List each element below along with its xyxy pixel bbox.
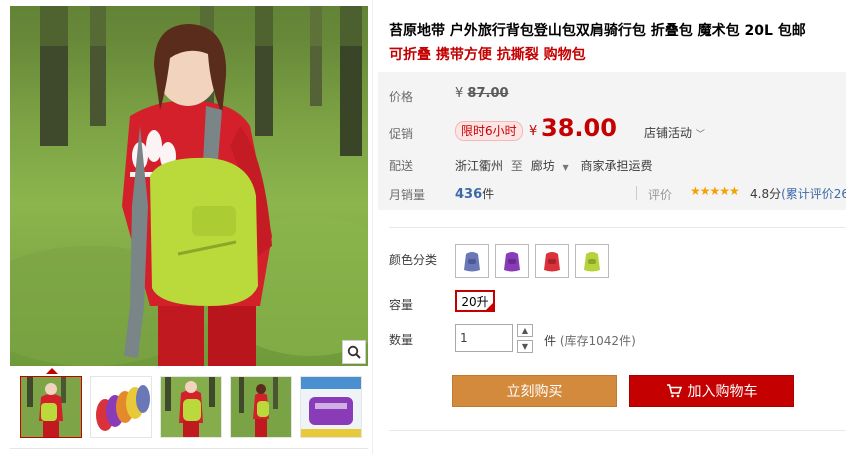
color-swatch-purple[interactable]: [495, 244, 529, 278]
rating-stars: ★★★★★: [690, 184, 740, 198]
original-price-currency: ¥: [455, 86, 464, 101]
quantity-decrease-button[interactable]: ▼: [517, 340, 533, 353]
shipping-from: 浙江衢州: [455, 159, 504, 173]
review-count-link[interactable]: (累计评价26: [781, 187, 846, 201]
shipping-destination: 廊坊: [530, 159, 555, 173]
thumbnail-3[interactable]: [160, 376, 222, 438]
caret-up-icon: ▲: [521, 326, 529, 335]
promo-badge: 限时6小时: [455, 121, 523, 141]
thumbnail-strip: [10, 368, 368, 440]
active-thumb-arrow: [46, 368, 58, 374]
sales-label: 月销量: [389, 188, 426, 202]
shop-activity-label: 店铺活动: [644, 126, 693, 140]
shipping-fee: 商家承担运费: [580, 159, 653, 173]
zoom-button[interactable]: [342, 340, 366, 364]
shop-activity-dropdown[interactable]: 店铺活动 ﹀: [644, 124, 705, 141]
thumbnail-2[interactable]: [90, 376, 152, 438]
backpack-icon: [464, 252, 480, 272]
shipping-destination-select[interactable]: 廊坊 ▼: [531, 159, 577, 173]
thumbnail-image: [301, 377, 361, 437]
thumbnail-image: [91, 377, 151, 437]
caret-down-icon: ▼: [562, 163, 569, 172]
main-product-photo[interactable]: [10, 6, 368, 366]
shipping-info: 浙江衢州 至 廊坊 ▼ 商家承担运费: [455, 157, 657, 174]
sales-separator: [636, 186, 637, 200]
caret-down-icon: ▼: [521, 342, 529, 351]
thumbnail-5[interactable]: [300, 376, 362, 438]
quantity-increase-button[interactable]: ▲: [517, 324, 533, 337]
capacity-option-selected[interactable]: 20升: [455, 290, 495, 312]
rating-summary: 4.8分(累计评价26: [750, 185, 846, 202]
main-photo-image: [10, 6, 368, 366]
promo-currency: ¥: [529, 124, 538, 139]
promo-price: 38.00: [541, 114, 617, 142]
add-to-cart-label: 加入购物车: [687, 384, 758, 400]
sales-count: 436: [455, 187, 483, 202]
original-price-value: 87.00: [467, 86, 509, 101]
monthly-sales: 436件: [455, 185, 494, 202]
chevron-down-icon: ﹀: [695, 130, 705, 140]
product-subtitle: 可折叠 携带方便 抗撕裂 购物包: [389, 47, 586, 63]
quantity-label: 数量: [389, 333, 414, 347]
buy-now-label: 立刻购买: [506, 384, 563, 400]
backpack-icon: [504, 252, 520, 272]
color-swatch-green[interactable]: [575, 244, 609, 278]
promo-label: 促销: [389, 127, 414, 141]
stock-count: (库存1042件): [559, 334, 636, 348]
add-to-cart-button[interactable]: 加入购物车: [629, 375, 794, 407]
color-swatch-red[interactable]: [535, 244, 569, 278]
capacity-label: 容量: [389, 298, 414, 312]
backpack-icon: [544, 252, 560, 272]
sales-unit: 件: [482, 187, 495, 201]
thumbnail-4[interactable]: [230, 376, 292, 438]
buy-now-button[interactable]: 立刻购买: [452, 375, 617, 407]
thumbnail-image: [21, 377, 81, 437]
cart-icon: [666, 384, 682, 398]
shipping-label: 配送: [389, 159, 414, 173]
backpack-icon: [584, 252, 600, 272]
price-label: 价格: [389, 90, 414, 104]
thumbnail-image: [161, 377, 221, 437]
options-divider-top: [389, 227, 846, 228]
quantity-unit: 件: [544, 334, 557, 348]
rating-score: 4.8分: [750, 187, 782, 201]
column-divider: [372, 0, 373, 454]
rating-label: 评价: [648, 188, 673, 202]
color-label: 颜色分类: [389, 253, 438, 267]
magnifier-icon: [347, 345, 361, 359]
original-price: ¥ 87.00: [455, 86, 509, 101]
actions-divider-bottom: [389, 430, 846, 431]
gallery-bottom-divider: [10, 448, 368, 449]
selected-check-icon: [485, 302, 494, 311]
shipping-to-word: 至: [510, 159, 523, 173]
product-title: 苔原地带 户外旅行背包登山包双肩骑行包 折叠包 魔术包 20L 包邮: [389, 23, 806, 39]
stock-info: 件 (库存1042件): [544, 332, 636, 349]
color-swatch-blue[interactable]: [455, 244, 489, 278]
quantity-input[interactable]: [455, 324, 513, 352]
thumbnail-image: [231, 377, 291, 437]
thumbnail-1[interactable]: [20, 376, 82, 438]
